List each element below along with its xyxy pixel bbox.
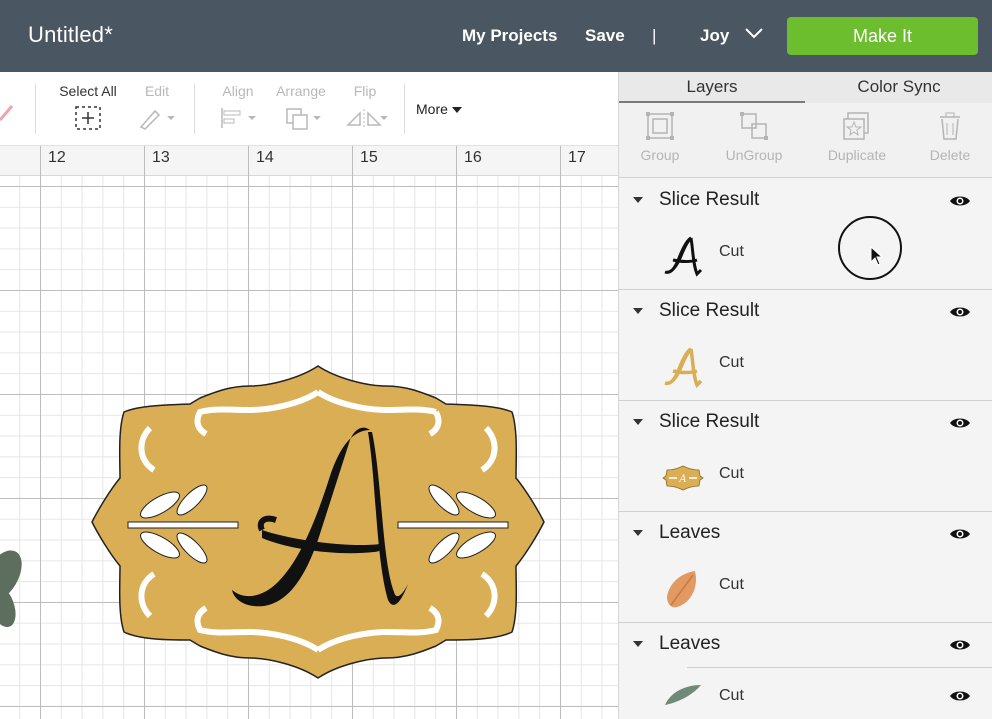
- ruler-mark: 12: [48, 149, 66, 166]
- project-title[interactable]: Untitled*: [28, 22, 113, 48]
- top-bar: Untitled* My Projects Save | Joy Make It: [0, 0, 992, 72]
- caret-down-icon: [451, 107, 462, 113]
- ruler-tick: [144, 146, 145, 176]
- label-frame-artwork[interactable]: [91, 365, 545, 679]
- script-a-black-thumbnail: [664, 236, 703, 277]
- layer-operation: Cut: [719, 354, 744, 371]
- caret-down-icon[interactable]: [633, 197, 643, 203]
- caret-down-icon[interactable]: [633, 308, 643, 314]
- align-label: Align: [222, 83, 254, 99]
- ungroup-icon: [740, 112, 768, 140]
- leaf-green-thumbnail: [665, 685, 701, 705]
- layer-operation: Cut: [719, 687, 744, 704]
- edit-label: Edit: [144, 83, 170, 99]
- more-menu[interactable]: More: [416, 101, 462, 117]
- arrange-icon: [286, 108, 321, 130]
- tab-color-sync[interactable]: Color Sync: [805, 72, 992, 103]
- toolbar-divider: [35, 84, 36, 134]
- group-icon: [646, 112, 674, 140]
- ungroup-button[interactable]: UnGroup: [723, 111, 785, 163]
- leaf-orange-thumbnail: [667, 571, 697, 608]
- arrange-button[interactable]: Arrange: [274, 83, 328, 131]
- toolbar-divider: [404, 84, 405, 134]
- eye-icon[interactable]: [949, 638, 971, 652]
- duplicate-button[interactable]: Duplicate: [825, 111, 889, 163]
- more-label: More: [416, 101, 448, 117]
- flip-icon: [346, 109, 388, 129]
- layer-item[interactable]: Slice Result A Cut: [619, 401, 992, 512]
- make-it-button[interactable]: Make It: [787, 17, 978, 55]
- layer-name: Slice Result: [659, 300, 760, 321]
- layer-name: Leaves: [659, 522, 721, 543]
- ungroup-label: UnGroup: [725, 147, 783, 163]
- flip-label: Flip: [353, 83, 377, 99]
- ruler-mark: 15: [360, 149, 378, 166]
- ruler-tick: [352, 146, 353, 176]
- ruler-mark: 14: [256, 149, 274, 166]
- layer-name: Leaves: [659, 633, 721, 654]
- header-separator: |: [652, 26, 657, 45]
- group-label: Group: [640, 147, 680, 163]
- layer-item[interactable]: Leaves Cut: [619, 623, 992, 719]
- pen-tool-icon[interactable]: [0, 100, 14, 122]
- edit-toolbar: Select All Edit Align Arrange Flip More: [0, 72, 618, 146]
- tab-layers[interactable]: Layers: [619, 72, 805, 103]
- layer-item[interactable]: Leaves Cut: [619, 512, 992, 623]
- eye-icon[interactable]: [949, 305, 971, 319]
- ruler-tick: [40, 146, 41, 176]
- ruler-tick: [560, 146, 561, 176]
- layer-operation: Cut: [719, 576, 744, 593]
- panel-tabs: Layers Color Sync: [619, 72, 992, 103]
- delete-button[interactable]: Delete: [927, 111, 973, 163]
- align-icon: [221, 108, 256, 128]
- chevron-down-icon[interactable]: [744, 26, 764, 40]
- caret-down-icon[interactable]: [633, 530, 643, 536]
- script-a-gold-thumbnail: [664, 347, 703, 389]
- edit-button[interactable]: Edit: [136, 83, 178, 131]
- ruler-tick: [248, 146, 249, 176]
- edit-pencil-icon: [139, 109, 175, 130]
- ruler-mark: 16: [464, 149, 482, 166]
- caret-down-icon[interactable]: [633, 641, 643, 647]
- eye-icon[interactable]: [949, 194, 971, 208]
- layer-name: Slice Result: [659, 411, 760, 432]
- select-all-icon: [75, 106, 101, 130]
- layers-panel: Layers Color Sync Group UnGroup Duplicat…: [618, 72, 992, 719]
- save-button[interactable]: Save: [585, 26, 625, 46]
- caret-down-icon[interactable]: [633, 419, 643, 425]
- toolbar-divider: [194, 84, 195, 134]
- flip-button[interactable]: Flip: [344, 83, 388, 131]
- ruler-mark: 13: [152, 149, 170, 166]
- ruler-mark: 17: [568, 149, 586, 166]
- label-frame-thumbnail: A: [662, 465, 704, 491]
- duplicate-icon: [843, 112, 869, 140]
- svg-text:A: A: [678, 474, 686, 485]
- leaves-artwork[interactable]: [0, 544, 30, 631]
- eye-icon[interactable]: [949, 416, 971, 430]
- horizontal-ruler: 12 13 14 15 16 17: [0, 146, 618, 176]
- design-artwork[interactable]: [0, 176, 618, 719]
- layer-tools: Group UnGroup Duplicate Delete: [619, 103, 992, 178]
- ruler-tick: [456, 146, 457, 176]
- layer-operation: Cut: [719, 465, 744, 482]
- sublayer-divider: [687, 667, 992, 668]
- eye-icon[interactable]: [949, 689, 971, 703]
- align-button[interactable]: Align: [216, 83, 260, 131]
- layer-item[interactable]: Slice Result Cut: [619, 179, 992, 290]
- eye-icon[interactable]: [949, 527, 971, 541]
- design-canvas[interactable]: [0, 176, 618, 719]
- duplicate-label: Duplicate: [827, 147, 887, 163]
- layer-item[interactable]: Slice Result Cut: [619, 290, 992, 401]
- mouse-pointer-icon: [870, 246, 884, 266]
- delete-label: Delete: [929, 147, 971, 163]
- group-button[interactable]: Group: [637, 111, 683, 163]
- my-projects-link[interactable]: My Projects: [462, 26, 557, 46]
- select-all-button[interactable]: Select All: [56, 83, 120, 131]
- select-all-label: Select All: [59, 83, 117, 99]
- user-menu[interactable]: Joy: [700, 26, 729, 46]
- layer-operation: Cut: [719, 243, 744, 260]
- layer-name: Slice Result: [659, 189, 760, 210]
- arrange-label: Arrange: [276, 83, 326, 99]
- trash-icon: [940, 112, 960, 140]
